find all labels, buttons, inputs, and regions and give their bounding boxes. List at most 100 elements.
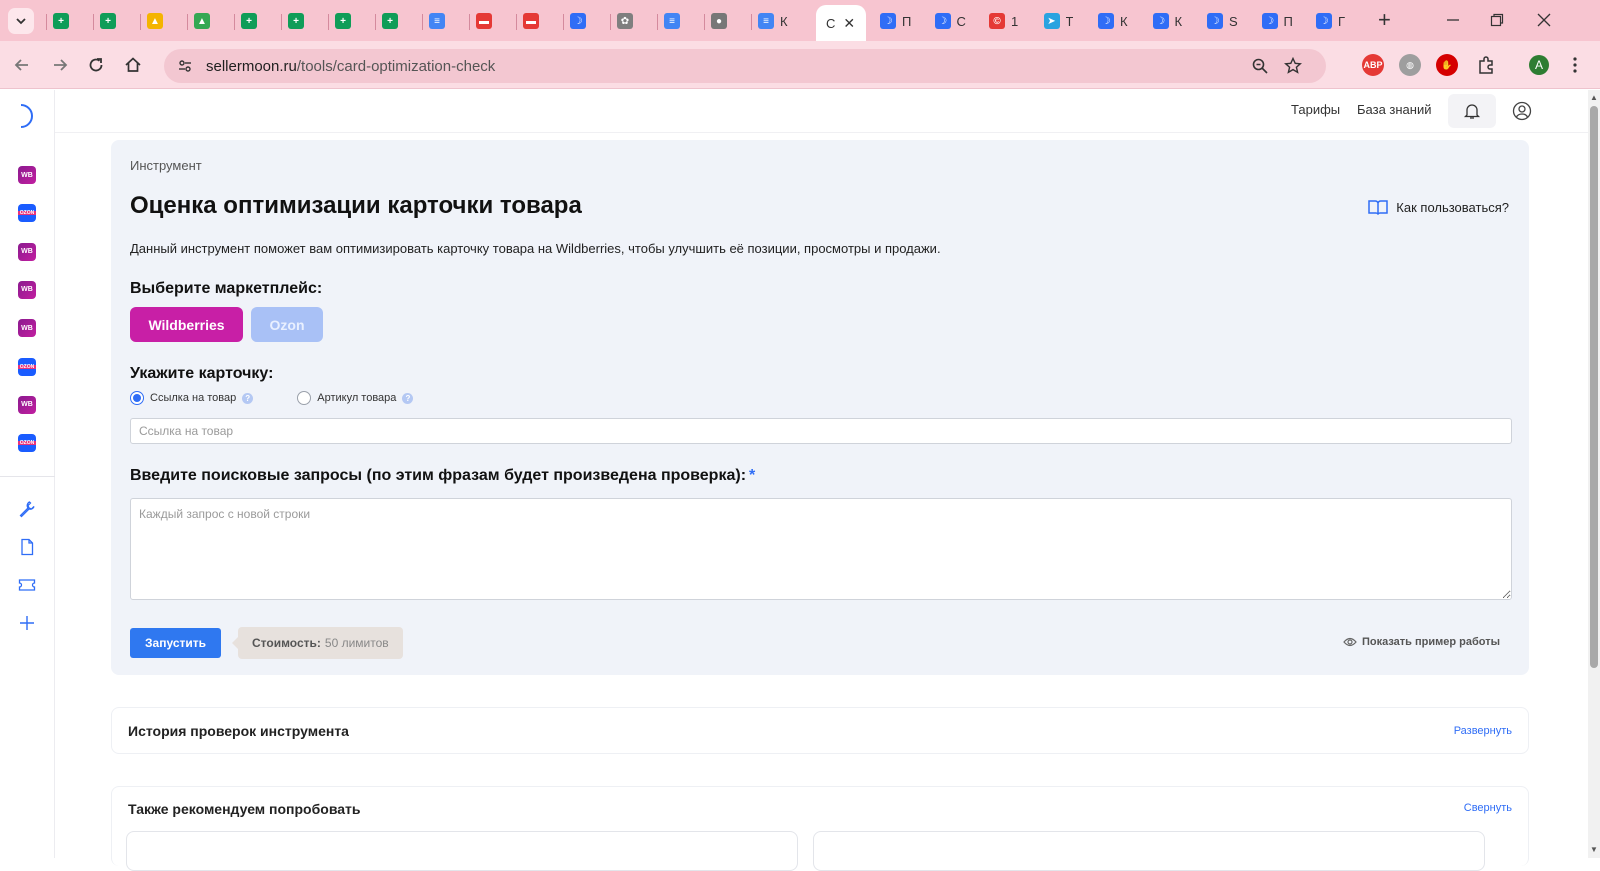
tab-title: Г — [1338, 13, 1346, 29]
back-icon[interactable] — [12, 55, 32, 75]
browser-tab[interactable]: ☽ К — [1098, 7, 1128, 35]
address-bar[interactable]: sellermoon.ru/tools/card-optimization-ch… — [164, 49, 1326, 83]
browser-tab[interactable]: + — [241, 7, 263, 35]
browser-tab[interactable]: ☽ С — [934, 7, 966, 35]
history-expand-link[interactable]: Развернуть — [1454, 725, 1512, 737]
sidebar-tickets-button[interactable] — [16, 574, 38, 596]
home-icon[interactable] — [123, 55, 143, 75]
tab-separator — [375, 14, 376, 30]
tab-separator — [469, 14, 470, 30]
browser-tab[interactable]: + — [288, 7, 310, 35]
radio-product-link-label[interactable]: Ссылка на товар — [150, 392, 236, 404]
active-tab[interactable]: С ✕ — [816, 5, 866, 41]
reload-icon[interactable] — [86, 55, 106, 75]
adblock-icon[interactable]: ABP — [1362, 54, 1384, 76]
scrollbar-thumb[interactable] — [1590, 106, 1598, 668]
notifications-button[interactable] — [1448, 94, 1496, 128]
browser-tab[interactable]: ▲ — [194, 7, 216, 35]
browser-tab[interactable]: © 1 — [989, 7, 1018, 35]
tab-search-button[interactable] — [8, 8, 34, 34]
browser-tab[interactable]: ● — [711, 7, 733, 35]
browser-tab[interactable]: ☽ Г — [1316, 7, 1345, 35]
site-settings-icon[interactable] — [176, 57, 194, 75]
browser-tab[interactable]: ▲ — [147, 7, 169, 35]
sidebar-item-ozon[interactable]: OZON — [18, 357, 36, 376]
active-tab-title: С — [826, 15, 836, 31]
recommend-card[interactable] — [813, 831, 1485, 871]
card-input-mode: Ссылка на товар ? Артикул товара ? — [130, 391, 414, 405]
close-tab-icon[interactable]: ✕ — [843, 15, 855, 32]
tab-separator — [422, 14, 423, 30]
show-example-link[interactable]: Показать пример работы — [1343, 636, 1500, 648]
browser-tab[interactable]: ☽ П — [880, 7, 911, 35]
browser-tab[interactable]: ☽ П — [1261, 7, 1293, 35]
browser-tab[interactable]: ☽ S — [1207, 7, 1238, 35]
marketplace-badge: OZON — [19, 440, 35, 447]
browser-toolbar: sellermoon.ru/tools/card-optimization-ch… — [0, 41, 1600, 89]
browser-tab[interactable]: + — [335, 7, 357, 35]
browser-tab[interactable]: ✿ — [617, 7, 639, 35]
sidebar-item-ozon[interactable]: OZON — [18, 204, 36, 223]
sidebar-tools-button[interactable] — [16, 498, 38, 520]
breadcrumb[interactable]: Инструмент — [130, 158, 202, 173]
page-scrollbar[interactable]: ▲ ▼ — [1588, 90, 1600, 858]
recommend-collapse-link[interactable]: Свернуть — [1464, 802, 1512, 814]
queries-label-text: Введите поисковые запросы (по этим фраза… — [130, 467, 747, 484]
browser-tab[interactable]: + — [53, 7, 75, 35]
browser-tab[interactable]: + — [382, 7, 404, 35]
avito-icon: ▬ — [523, 13, 539, 29]
browser-tab[interactable]: ☽ — [570, 7, 592, 35]
browser-tab[interactable]: ≡ — [664, 7, 686, 35]
scroll-up-icon[interactable]: ▲ — [1590, 93, 1598, 102]
extensions-puzzle-icon[interactable] — [1476, 55, 1496, 75]
browser-tab[interactable]: ▬ — [476, 7, 498, 35]
radio-article-label[interactable]: Артикул товара — [317, 392, 396, 404]
search-queries-textarea[interactable] — [130, 498, 1512, 600]
forward-icon[interactable] — [50, 55, 70, 75]
product-link-input[interactable] — [130, 418, 1512, 444]
minimize-icon[interactable] — [1446, 13, 1460, 27]
sellermoon-logo-icon[interactable] — [12, 102, 40, 130]
how-to-use-link[interactable]: Как пользоваться? — [1368, 199, 1509, 215]
sidebar-item-wildberries[interactable]: WB — [18, 395, 36, 414]
restore-icon[interactable] — [1490, 13, 1504, 27]
page-title: Оценка оптимизации карточки товара — [130, 192, 582, 219]
scroll-down-icon[interactable]: ▼ — [1590, 845, 1598, 854]
browser-menu-icon[interactable] — [1572, 56, 1578, 74]
sidebar-item-ozon[interactable]: OZON — [18, 434, 36, 453]
bookmark-star-icon[interactable] — [1284, 57, 1302, 75]
help-icon[interactable]: ? — [242, 392, 254, 404]
sidebar-add-button[interactable] — [16, 612, 38, 634]
new-tab-button[interactable]: + — [1378, 9, 1391, 31]
browser-tab[interactable]: ☽ К — [1152, 7, 1182, 35]
sidebar-item-wildberries[interactable]: WB — [18, 280, 36, 299]
sidebar-item-wildberries[interactable]: WB — [18, 319, 36, 338]
ozon-button[interactable]: Ozon — [251, 307, 323, 342]
account-button[interactable] — [1509, 98, 1535, 124]
close-window-icon[interactable] — [1537, 13, 1551, 27]
radio-article[interactable] — [297, 391, 312, 405]
sidebar-item-wildberries[interactable]: WB — [18, 166, 36, 184]
stop-hand-icon[interactable]: ✋ — [1436, 54, 1458, 76]
sidebar-divider — [0, 476, 55, 477]
browser-tab[interactable]: ➤ Т — [1043, 7, 1073, 35]
knowledge-base-link[interactable]: База знаний — [1357, 102, 1432, 117]
sidebar-item-wildberries[interactable]: WB — [18, 242, 36, 261]
browser-tab[interactable]: + — [100, 7, 122, 35]
run-button[interactable]: Запустить — [130, 628, 221, 658]
browser-tab[interactable]: ≡ — [429, 7, 451, 35]
browser-tab[interactable]: ≡ К — [758, 7, 788, 35]
profile-avatar[interactable]: A — [1529, 55, 1549, 75]
show-example-label: Показать пример работы — [1361, 636, 1500, 648]
tab-separator — [46, 14, 47, 30]
browser-tab[interactable]: ▬ — [523, 7, 545, 35]
wildberries-button[interactable]: Wildberries — [130, 307, 243, 342]
radio-product-link[interactable] — [130, 391, 144, 405]
zoom-icon[interactable] — [1251, 57, 1269, 75]
tariffs-link[interactable]: Тарифы — [1291, 102, 1340, 117]
recommend-card[interactable] — [126, 831, 798, 871]
tab-separator — [751, 14, 752, 30]
sidebar-documents-button[interactable] — [16, 536, 38, 558]
vpn-globe-icon[interactable]: ◍ — [1399, 54, 1421, 76]
help-icon[interactable]: ? — [402, 392, 414, 404]
